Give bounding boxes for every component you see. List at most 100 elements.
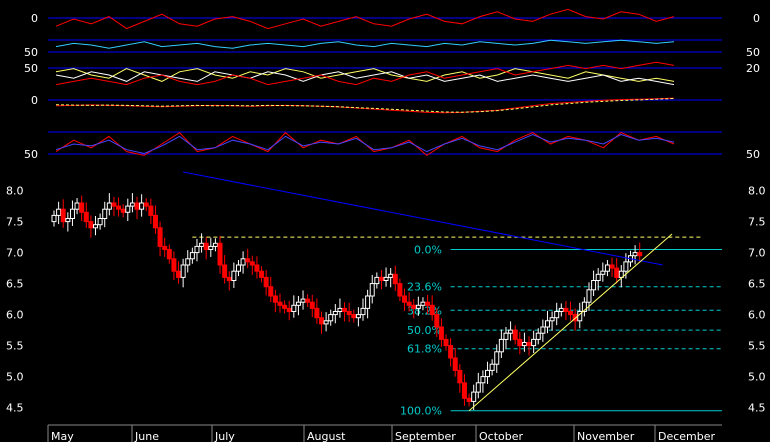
- candle-body-71: [378, 276, 384, 281]
- price-tick-right-4.5: 4.5: [748, 402, 766, 415]
- candle-body-69: [369, 283, 375, 297]
- price-tick-right-5.5: 5.5: [748, 340, 766, 353]
- candle-body-45: [259, 270, 265, 278]
- candle-body-11: [102, 208, 108, 219]
- candle-body-108: [549, 317, 555, 322]
- candle-body-73: [388, 273, 394, 278]
- indicator-2-right-label: 50: [746, 46, 760, 59]
- candle-body-109: [554, 311, 560, 319]
- candle-body-7: [83, 211, 89, 223]
- indicator-4-series-2: [55, 98, 675, 113]
- candle-body-80: [420, 301, 426, 306]
- candle-body-20: [143, 202, 149, 207]
- candle-body-91: [471, 391, 477, 402]
- candle-body-94: [485, 369, 491, 378]
- month-label-June: June: [134, 430, 159, 442]
- candle-body-48: [272, 295, 278, 303]
- price-tick-right-7.0: 7.0: [748, 247, 766, 260]
- candle-body-88: [457, 369, 463, 384]
- candle-body-52: [291, 304, 297, 312]
- chart-window: 0 0 50 50 50 20 0 50 50 8.0 8.0 7.5 7.5 7.0 7.0 6.5 6.5…: [0, 0, 770, 442]
- candle-body-22: [152, 214, 158, 229]
- candle-body-103: [526, 342, 532, 347]
- candle-body-37: [222, 264, 228, 278]
- candle-body-21: [148, 205, 154, 216]
- candle-body-40: [235, 264, 241, 272]
- candle-body-47: [268, 286, 274, 297]
- candle-body-34: [208, 245, 214, 250]
- candle-body-3: [65, 218, 71, 223]
- price-tick-left-6.5: 6.5: [6, 278, 24, 291]
- candle-body-86: [448, 345, 454, 359]
- candle-body-27: [176, 270, 182, 278]
- candle-body-102: [521, 342, 527, 347]
- candle-body-41: [240, 258, 246, 266]
- candle-body-60: [328, 314, 334, 322]
- indicator-panels: 0 0 50 50 50 20 0 50 50: [24, 8, 760, 161]
- candle-body-82: [429, 304, 435, 316]
- candle-body-38: [226, 276, 232, 281]
- indicator-1-series-1: [55, 8, 675, 30]
- candle-body-126: [632, 252, 638, 257]
- price-tick-left-7.0: 7.0: [6, 247, 24, 260]
- candle-body-51: [286, 307, 292, 312]
- candle-body-39: [231, 270, 237, 282]
- candle-body-74: [392, 273, 398, 285]
- fib-label-61.8%: 61.8%: [407, 343, 442, 356]
- candle-body-46: [263, 276, 269, 288]
- price-tick-right-6.0: 6.0: [748, 309, 766, 322]
- candle-body-99: [508, 329, 514, 334]
- candle-body-62: [337, 307, 343, 312]
- candle-body-9: [93, 224, 99, 229]
- fib-label-100.0%: 100.0%: [400, 405, 442, 418]
- candle-body-43: [249, 261, 255, 266]
- candle-body-36: [217, 242, 223, 266]
- candle-body-16: [125, 205, 131, 213]
- candle-body-95: [489, 363, 495, 371]
- candle-body-117: [591, 280, 597, 291]
- candle-body-63: [342, 307, 348, 312]
- candle-body-32: [199, 242, 205, 247]
- candle-body-55: [305, 298, 311, 303]
- candle-body-77: [406, 301, 412, 306]
- candle-body-75: [397, 283, 403, 297]
- indicator-2-left-label: 50: [24, 46, 38, 59]
- candle-body-85: [443, 338, 449, 347]
- month-label-July: July: [214, 430, 235, 442]
- candle-body-68: [365, 295, 371, 309]
- candle-body-28: [180, 264, 186, 278]
- candle-body-118: [595, 273, 601, 281]
- candle-body-53: [295, 301, 301, 306]
- candle-body-24: [162, 245, 168, 250]
- price-tick-left-4.5: 4.5: [6, 402, 24, 415]
- candle-body-33: [203, 242, 209, 251]
- candle-body-64: [346, 311, 352, 316]
- candle-body-81: [425, 301, 431, 306]
- candle-body-124: [623, 261, 629, 272]
- candle-body-83: [434, 314, 440, 328]
- stock-chart: 0 0 50 50 50 20 0 50 50 8.0 8.0 7.5 7.5 7.0 7.0 6.5 6.5…: [6, 8, 766, 442]
- candle-body-107: [544, 320, 550, 328]
- candle-body-61: [332, 311, 338, 316]
- candle-body-26: [171, 258, 177, 272]
- candle-body-90: [466, 397, 472, 402]
- candle-body-1: [56, 208, 62, 216]
- candle-body-18: [134, 202, 140, 210]
- month-label-October: October: [479, 430, 523, 442]
- price-tick-left-6.0: 6.0: [6, 309, 24, 322]
- month-label-September: September: [395, 430, 456, 442]
- candle-body-104: [531, 338, 537, 347]
- price-tick-right-5.0: 5.0: [748, 371, 766, 384]
- indicator-5-left-label: 50: [24, 148, 38, 161]
- candle-body-79: [415, 304, 421, 309]
- candle-body-29: [185, 258, 191, 266]
- candle-body-12: [106, 202, 112, 210]
- candle-body-105: [535, 332, 541, 340]
- price-tick-right-6.5: 6.5: [748, 278, 766, 291]
- month-label-August: August: [307, 430, 346, 442]
- candle-body-67: [360, 307, 366, 316]
- candle-body-70: [374, 276, 380, 285]
- candle-body-4: [69, 208, 75, 219]
- candle-body-120: [604, 264, 610, 272]
- candle-body-106: [540, 326, 546, 334]
